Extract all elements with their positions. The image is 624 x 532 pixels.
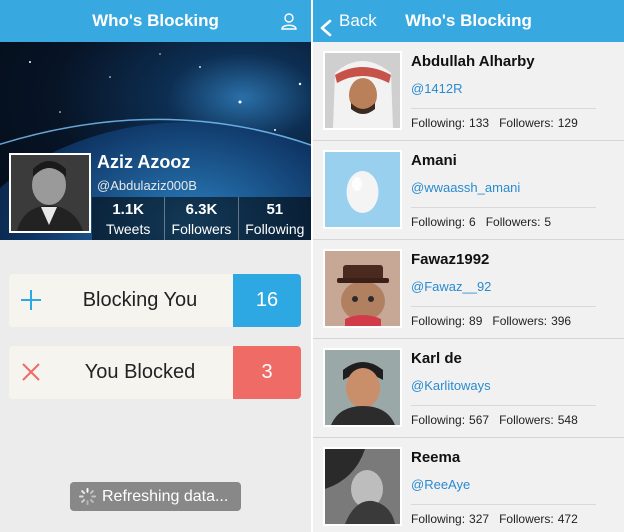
stat-label: Followers [171,221,232,237]
divider [411,207,596,208]
blocking-you-label: Blocking You [82,289,198,311]
stat-followers[interactable]: 6.3K Followers [164,197,237,240]
user-handle[interactable]: @ReeAye [411,477,470,492]
following-label: Following: [411,413,466,427]
refresh-toast: Refreshing data... [70,482,241,511]
blocking-you-count: 16 [233,274,301,327]
user-name: Karl de [411,350,462,367]
plus-icon [19,288,43,312]
user-handle[interactable]: @Karlitoways [411,378,491,393]
divider [411,306,596,307]
followers-label: Followers: [499,413,554,427]
you-blocked-count: 3 [233,346,301,399]
followers-label: Followers: [499,512,554,526]
followers-count: 129 [557,116,578,130]
user-name: Reema [411,449,461,466]
nav-title: Who's Blocking [405,11,532,30]
stat-tweets[interactable]: 1.1K Tweets [92,197,164,240]
nav-title: Who's Blocking [92,11,219,30]
user-handle[interactable]: @Fawaz__92 [411,279,491,294]
avatar [323,249,402,328]
list-item[interactable]: Karl de @Karlitoways Following: 567 Follow… [313,339,624,438]
divider [411,405,596,406]
user-handle[interactable]: @1412R [411,81,463,96]
user-counts: Following: 89 Followers: 396 [411,314,575,328]
following-count: 6 [469,215,476,229]
user-counts: Following: 567 Followers: 548 [411,413,582,427]
user-icon[interactable] [277,9,301,33]
nav-bar: Back Who's Blocking [313,0,624,42]
following-label: Following: [411,512,466,526]
avatar [323,447,402,526]
stat-value: 1.1K [112,201,144,218]
profile-stats: 1.1K Tweets 6.3K Followers 51 Following [92,197,311,240]
list-item[interactable]: Amani @wwaassh_amani Following: 6 Follower… [313,141,624,240]
following-label: Following: [411,314,466,328]
followers-count: 396 [551,314,572,328]
close-icon [19,360,43,384]
blockers-list: Abdullah Alharby @1412R Following: 133 Fol… [313,42,624,532]
divider [411,504,596,505]
you-blocked-label: You Blocked [84,361,196,383]
list-item[interactable]: Fawaz1992 @Fawaz__92 Following: 89 Followe… [313,240,624,339]
blocking-you-button[interactable]: Blocking You 16 [9,274,301,327]
stat-label: Tweets [105,221,151,237]
avatar [323,150,402,229]
followers-count: 548 [557,413,578,427]
blockers-list-screen: Back Who's Blocking Abdullah Alharby @14… [313,0,624,532]
user-handle[interactable]: @wwaassh_amani [411,180,520,195]
following-count: 327 [469,512,490,526]
stat-value: 6.3K [185,201,218,218]
profile-name: Aziz Azooz [97,152,191,172]
avatar [323,348,402,427]
spinner-icon [78,487,97,506]
user-name: Abdullah Alharby [411,53,535,70]
stat-label: Following [245,221,305,237]
divider [411,108,596,109]
toast-text: Refreshing data... [102,488,229,505]
followers-count: 472 [557,512,578,526]
following-count: 567 [469,413,490,427]
profile-avatar[interactable] [9,153,91,233]
following-count: 89 [469,314,483,328]
user-counts: Following: 327 Followers: 472 [411,512,582,526]
user-name: Fawaz1992 [411,251,490,268]
profile-screen: Who's Blocking Aziz Azooz @Abdulaziz000B… [0,0,311,532]
following-label: Following: [411,116,466,130]
nav-bar: Who's Blocking [0,0,311,42]
user-counts: Following: 133 Followers: 129 [411,116,582,130]
list-item[interactable]: Abdullah Alharby @1412R Following: 133 Fol… [313,42,624,141]
avatar [323,51,402,130]
list-item[interactable]: Reema @ReeAye Following: 327 Followers: 472 [313,438,624,532]
user-name: Amani [411,152,457,169]
followers-count: 5 [544,215,552,229]
followers-label: Followers: [492,314,548,328]
following-label: Following: [411,215,466,229]
you-blocked-button[interactable]: You Blocked 3 [9,346,301,399]
followers-label: Followers: [485,215,541,229]
profile-handle: @Abdulaziz000B [97,178,197,193]
stat-following[interactable]: 51 Following [237,197,311,240]
user-counts: Following: 6 Followers: 5 [411,215,555,229]
stat-value: 51 [266,201,284,218]
followers-label: Followers: [499,116,554,130]
following-count: 133 [469,116,490,130]
